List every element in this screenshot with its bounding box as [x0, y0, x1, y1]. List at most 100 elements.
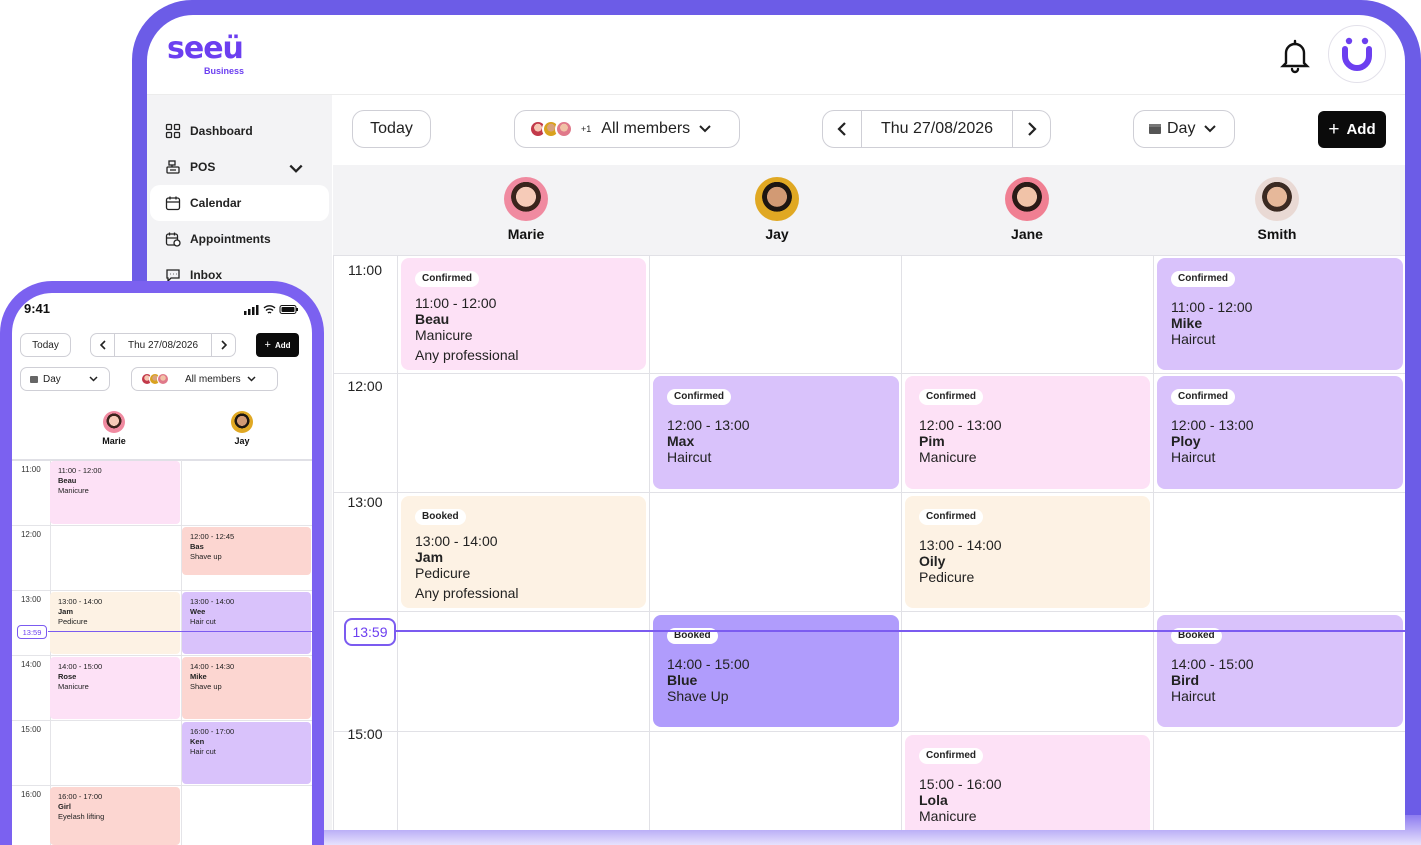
appointment-time: 13:00 - 14:00 — [58, 597, 103, 606]
status-badge: Confirmed — [919, 748, 983, 764]
service-name: Eyelash lifting — [58, 812, 105, 821]
time-label: 12:00 — [347, 378, 383, 394]
grid-line — [901, 255, 902, 830]
current-date[interactable]: Thu 27/08/2026 — [862, 120, 1012, 138]
grid-line — [12, 655, 312, 656]
staff-name: Jay — [234, 436, 250, 446]
service-name: Manicure — [919, 808, 977, 824]
service-name: Shave up — [190, 682, 222, 691]
view-select[interactable]: Day — [1133, 110, 1235, 148]
service-name: Shave up — [190, 552, 222, 561]
members-avatars — [141, 373, 173, 385]
today-label: Today — [32, 339, 59, 351]
members-select[interactable]: +1 All members — [514, 110, 740, 148]
appointment-card[interactable]: Booked 13:00 - 14:00 Jam Pedicure Any pr… — [401, 496, 646, 608]
appointment-time: 11:00 - 12:00 — [58, 466, 102, 475]
service-name: Shave Up — [667, 688, 729, 704]
status-badge: Booked — [415, 509, 466, 525]
sidebar-item-label: POS — [190, 160, 216, 174]
client-name: Wee — [190, 607, 206, 616]
avatar — [755, 177, 799, 221]
today-button[interactable]: Today — [352, 110, 431, 148]
service-name: Pedicure — [919, 569, 975, 585]
calendar-view-icon — [30, 375, 38, 383]
prev-day-button[interactable] — [91, 334, 115, 356]
appointment-card[interactable]: 16:00 - 17:00 Ken Hair cut — [182, 722, 311, 784]
current-time-indicator: 13:59 — [344, 618, 396, 646]
status-badge: Confirmed — [667, 389, 731, 405]
members-label: All members — [185, 373, 241, 385]
service-name: Haircut — [1171, 331, 1216, 347]
appointment-card[interactable]: 14:00 - 14:30 Mike Shave up — [182, 657, 311, 719]
today-label: Today — [370, 120, 413, 137]
status-badge: Confirmed — [415, 271, 479, 287]
add-button[interactable]: + Add — [1318, 111, 1386, 148]
staff-smith[interactable]: Smith — [1217, 177, 1337, 242]
brand-logo[interactable]: seeü Business — [167, 33, 257, 79]
staff-name: Marie — [102, 436, 126, 446]
sidebar-item-appointments[interactable]: Appointments — [150, 221, 329, 257]
appointment-card[interactable]: Confirmed 13:00 - 14:00 Oily Pedicure — [905, 496, 1150, 608]
sidebar-item-dashboard[interactable]: Dashboard — [150, 113, 329, 149]
appointment-card[interactable]: Confirmed 12:00 - 13:00 Pim Manicure — [905, 376, 1150, 489]
staff-marie[interactable]: Marie — [466, 177, 586, 242]
appointment-card[interactable]: Confirmed 11:00 - 12:00 Mike Haircut — [1157, 258, 1403, 370]
time-label: 12:00 — [20, 530, 42, 539]
chevron-down-icon[interactable] — [288, 161, 304, 177]
client-name: Jam — [415, 549, 444, 565]
client-name: Ploy — [1171, 433, 1201, 449]
grid-line — [12, 720, 312, 721]
appointment-time: 15:00 - 16:00 — [919, 776, 1002, 792]
sidebar-item-calendar[interactable]: Calendar — [150, 185, 329, 221]
time-label: 13:00 — [347, 494, 383, 510]
appointment-card[interactable]: 12:00 - 12:45 Bas Shave up — [182, 527, 311, 575]
add-button[interactable]: + Add — [256, 333, 299, 357]
current-date[interactable]: Thu 27/08/2026 — [115, 340, 211, 351]
today-button[interactable]: Today — [20, 333, 71, 357]
client-name: Mike — [190, 672, 207, 681]
time-label: 14:00 — [20, 660, 42, 669]
view-select[interactable]: Day — [20, 367, 110, 391]
appointment-card[interactable]: Confirmed 15:00 - 16:00 Lola Manicure — [905, 735, 1150, 830]
appointment-card[interactable]: 13:00 - 14:00 Jam Pedicure — [50, 592, 180, 654]
prev-day-button[interactable] — [823, 111, 862, 147]
service-name: Manicure — [415, 327, 473, 343]
appointment-card[interactable]: Confirmed 11:00 - 12:00 Beau Manicure An… — [401, 258, 646, 370]
staff-jane[interactable]: Jane — [967, 177, 1087, 242]
bell-icon[interactable] — [1279, 38, 1311, 74]
client-name: Ken — [190, 737, 205, 746]
staff-name: Jane — [1011, 226, 1043, 242]
avatar — [103, 411, 125, 433]
professional-note: Any professional — [415, 347, 519, 363]
service-name: Hair cut — [190, 617, 216, 626]
grid-line — [333, 731, 1405, 732]
next-day-button[interactable] — [211, 334, 235, 356]
staff-jay[interactable]: Jay — [717, 177, 837, 242]
chevron-left-icon — [99, 340, 106, 350]
appointment-card[interactable]: 14:00 - 15:00 Rose Manicure — [50, 657, 180, 719]
next-day-button[interactable] — [1012, 111, 1050, 147]
plus-icon: + — [264, 339, 271, 351]
chevron-down-icon — [1204, 125, 1217, 133]
account-avatar[interactable] — [1328, 25, 1386, 83]
status-badge: Confirmed — [1171, 271, 1235, 287]
appointment-card[interactable]: 13:00 - 14:00 Wee Hair cut — [182, 592, 311, 654]
members-label: All members — [601, 120, 691, 137]
appointment-card[interactable]: Confirmed 12:00 - 13:00 Ploy Haircut — [1157, 376, 1403, 489]
members-select[interactable]: All members — [131, 367, 278, 391]
staff-marie[interactable]: Marie — [84, 411, 144, 446]
status-icons — [244, 305, 298, 315]
service-name: Manicure — [919, 449, 977, 465]
appointment-time: 11:00 - 12:00 — [415, 295, 497, 311]
time-label: 16:00 — [20, 790, 42, 799]
appointment-card[interactable]: 11:00 - 12:00 Beau Manicure — [50, 461, 180, 524]
current-time-line — [48, 631, 312, 632]
avatar — [555, 120, 573, 138]
staff-jay[interactable]: Jay — [212, 411, 272, 446]
appointment-time: 12:00 - 13:00 — [919, 417, 1002, 433]
sidebar-item-pos[interactable]: POS — [150, 149, 329, 185]
appointment-time: 16:00 - 17:00 — [58, 792, 103, 801]
appointment-card[interactable]: Confirmed 12:00 - 13:00 Max Haircut — [653, 376, 899, 489]
appointment-card[interactable]: 16:00 - 17:00 Girl Eyelash lifting — [50, 787, 180, 845]
sidebar-item-label: Dashboard — [190, 124, 253, 138]
